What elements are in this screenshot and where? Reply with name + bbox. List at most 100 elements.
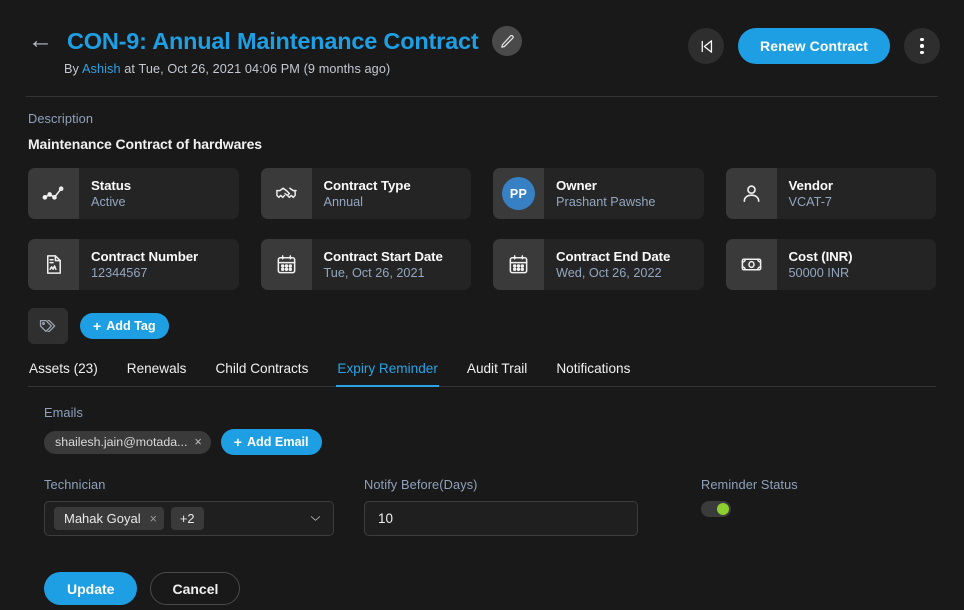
- description-section: Description Maintenance Contract of hard…: [0, 97, 964, 152]
- card-owner: PP Owner Prashant Pawshe: [493, 168, 704, 219]
- chevron-down-icon[interactable]: [310, 515, 321, 522]
- page-header: ← CON-9: Annual Maintenance Contract By …: [0, 0, 964, 96]
- card-value: Active: [91, 195, 126, 209]
- remove-email-icon[interactable]: ×: [194, 436, 201, 449]
- calendar-icon: [509, 255, 528, 274]
- card-icon-wrapper: [260, 239, 312, 290]
- card-text: Owner Prashant Pawshe: [544, 178, 655, 209]
- form-actions: Update Cancel: [44, 572, 936, 605]
- tag-row: + Add Tag: [0, 290, 964, 344]
- add-email-label: Add Email: [246, 435, 309, 449]
- byline-suffix: at Tue, Oct 26, 2021 04:06 PM (9 months …: [124, 62, 391, 76]
- card-icon-wrapper: [260, 168, 312, 219]
- card-vendor: Vendor VCAT-7: [725, 168, 936, 219]
- plus-icon: +: [233, 434, 242, 450]
- tab-renewals[interactable]: Renewals: [126, 354, 188, 387]
- card-cost: Cost (INR) 50000 INR: [725, 239, 936, 290]
- email-chip[interactable]: shailesh.jain@motada... ×: [44, 430, 211, 454]
- card-value: VCAT-7: [788, 195, 832, 209]
- technician-field: Technician Mahak Goyal × +2: [44, 477, 364, 536]
- notify-before-input[interactable]: [364, 501, 638, 536]
- card-label: Owner: [556, 178, 597, 193]
- technician-chip[interactable]: Mahak Goyal ×: [54, 507, 164, 530]
- card-label: Status: [91, 178, 132, 193]
- reminder-status-toggle[interactable]: [701, 501, 731, 517]
- tags-button[interactable]: [28, 308, 68, 344]
- reminder-status-label: Reminder Status: [701, 477, 798, 492]
- tags-icon: [39, 319, 56, 333]
- tab-child-contracts[interactable]: Child Contracts: [214, 354, 309, 387]
- emails-label: Emails: [44, 405, 83, 420]
- reminder-status-field: Reminder Status: [701, 477, 798, 536]
- notify-before-field: Notify Before(Days): [364, 477, 670, 536]
- card-text: Contract Number 12344567: [79, 249, 198, 280]
- cancel-button[interactable]: Cancel: [150, 572, 241, 605]
- add-email-button[interactable]: + Add Email: [220, 429, 322, 455]
- byline-prefix: By: [64, 62, 80, 76]
- card-text: Vendor VCAT-7: [777, 178, 833, 209]
- technician-select[interactable]: Mahak Goyal × +2: [44, 501, 334, 536]
- kebab-menu-icon: [920, 37, 924, 55]
- money-icon: [741, 258, 761, 271]
- card-text: Cost (INR) 50000 INR: [777, 249, 853, 280]
- byline-user-link[interactable]: Ashish: [82, 62, 121, 76]
- card-contract-end-date: Contract End Date Wed, Oct 26, 2022: [493, 239, 704, 290]
- back-arrow-icon[interactable]: ←: [28, 27, 53, 53]
- document-icon: [46, 255, 61, 274]
- avatar: PP: [502, 177, 535, 210]
- description-value: Maintenance Contract of hardwares: [28, 136, 262, 152]
- card-label: Contract Type: [323, 178, 411, 193]
- technician-overflow-badge[interactable]: +2: [170, 507, 204, 530]
- card-icon-wrapper: [493, 239, 544, 290]
- card-value: 12344567: [91, 266, 148, 280]
- description-label: Description: [28, 111, 94, 126]
- edit-title-button[interactable]: [492, 26, 523, 56]
- user-icon: [742, 185, 760, 202]
- card-text: Contract End Date Wed, Oct 26, 2022: [544, 249, 670, 280]
- card-label: Contract Number: [91, 249, 199, 264]
- emails-chip-row: shailesh.jain@motada... × + Add Email: [44, 429, 936, 455]
- card-value: 50000 INR: [788, 266, 850, 280]
- handshake-icon: [275, 187, 297, 199]
- expiry-reminder-panel: Emails shailesh.jain@motada... × + Add E…: [0, 387, 964, 605]
- card-icon-wrapper: [28, 168, 79, 219]
- card-status: Status Active: [28, 168, 239, 219]
- tab-assets[interactable]: Assets (23): [28, 354, 99, 387]
- form-grid: Technician Mahak Goyal × +2 Notify Befor…: [44, 477, 936, 536]
- more-options-button[interactable]: [904, 28, 940, 64]
- tab-notifications[interactable]: Notifications: [555, 354, 631, 387]
- technician-label: Technician: [44, 477, 106, 492]
- previous-contract-button[interactable]: [688, 28, 725, 64]
- tabs-bar: Assets (23) Renewals Child Contracts Exp…: [28, 354, 936, 387]
- technician-chip-label: Mahak Goyal: [64, 511, 141, 526]
- plus-icon: +: [93, 318, 102, 334]
- card-value: Wed, Oct 26, 2022: [556, 266, 662, 280]
- tab-expiry-reminder[interactable]: Expiry Reminder: [336, 354, 439, 387]
- pencil-icon: [501, 34, 514, 48]
- header-actions: Renew Contract: [688, 28, 940, 64]
- card-contract-start-date: Contract Start Date Tue, Oct 26, 2021: [260, 239, 471, 290]
- card-icon-wrapper: [28, 239, 79, 290]
- card-icon-wrapper: PP: [493, 168, 544, 219]
- card-contract-type: Contract Type Annual: [260, 168, 471, 219]
- card-text: Status Active: [79, 178, 131, 209]
- card-label: Contract Start Date: [323, 249, 443, 264]
- skip-back-icon: [701, 39, 712, 53]
- remove-technician-icon[interactable]: ×: [150, 512, 157, 526]
- notify-before-label: Notify Before(Days): [364, 477, 478, 492]
- card-contract-number: Contract Number 12344567: [28, 239, 239, 290]
- update-button[interactable]: Update: [44, 572, 138, 605]
- tab-audit-trail[interactable]: Audit Trail: [466, 354, 528, 387]
- info-cards-grid: Status Active Contract Type Annual PP Ow…: [0, 152, 964, 290]
- byline: By Ashish at Tue, Oct 26, 2021 04:06 PM …: [64, 62, 936, 76]
- card-label: Vendor: [788, 178, 833, 193]
- card-value: Tue, Oct 26, 2021: [323, 266, 425, 280]
- toggle-knob: [717, 503, 729, 515]
- add-tag-button[interactable]: + Add Tag: [80, 313, 169, 339]
- email-chip-label: shailesh.jain@motada...: [55, 435, 188, 449]
- card-value: Annual: [323, 195, 364, 209]
- card-label: Contract End Date: [556, 249, 671, 264]
- activity-chart-icon: [42, 186, 64, 200]
- card-text: Contract Type Annual: [312, 178, 411, 209]
- renew-contract-button[interactable]: Renew Contract: [738, 28, 890, 64]
